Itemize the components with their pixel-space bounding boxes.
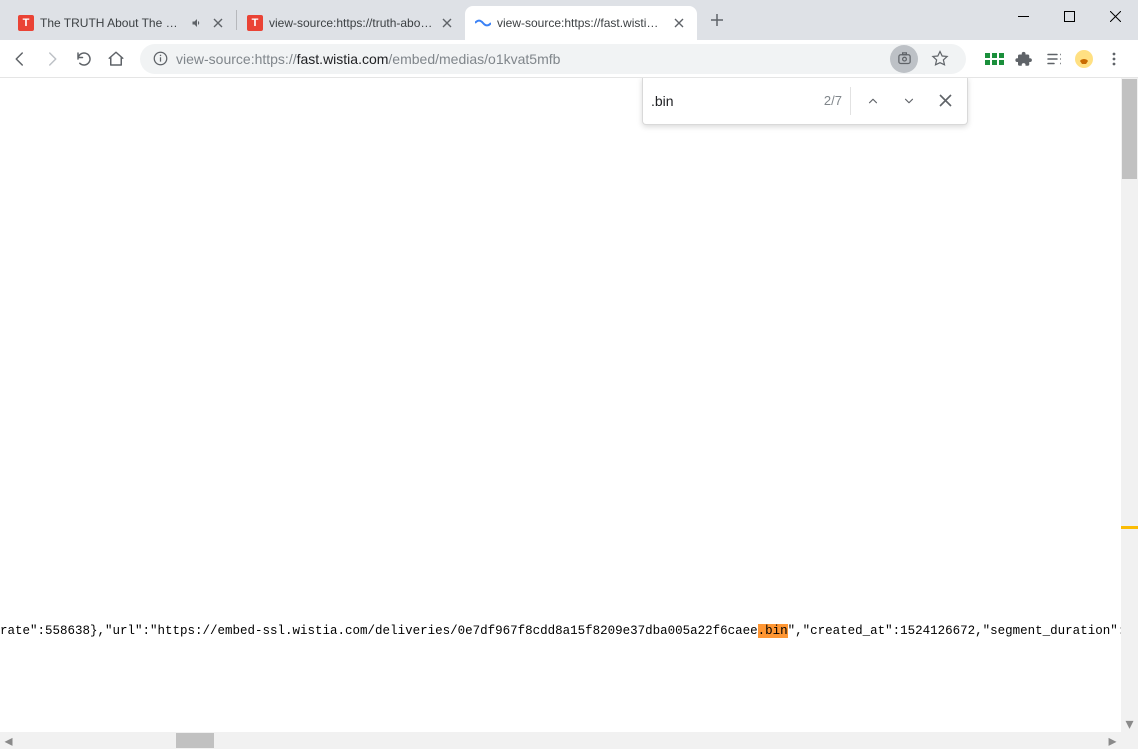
extensions-area [976, 47, 1132, 71]
favicon-wistia-icon [475, 15, 491, 31]
find-input-wrap: 2/7 [651, 93, 842, 109]
page-content: 2/7 rate":558638},"url":"https://embed-s… [0, 78, 1138, 749]
extension-dino-icon[interactable] [1072, 47, 1096, 71]
find-in-page-bar: 2/7 [642, 78, 968, 125]
url-text: view-source:https://fast.wistia.com/embe… [176, 51, 882, 67]
source-code-line[interactable]: rate":558638},"url":"https://embed-ssl.w… [0, 624, 1138, 638]
scroll-down-arrow-icon[interactable]: ▾ [1121, 715, 1138, 732]
omnibox[interactable]: view-source:https://fast.wistia.com/embe… [140, 44, 966, 74]
lens-icon[interactable] [890, 45, 918, 73]
scrollbar-corner [1121, 732, 1138, 749]
maximize-button[interactable] [1046, 0, 1092, 32]
home-button[interactable] [102, 45, 130, 73]
bookmark-star-icon[interactable] [926, 45, 954, 73]
find-match-count: 2/7 [824, 93, 842, 108]
find-next-button[interactable] [895, 87, 923, 115]
find-prev-button[interactable] [859, 87, 887, 115]
window-controls [1000, 0, 1138, 32]
separator [850, 87, 851, 115]
back-button[interactable] [6, 45, 34, 73]
tab-1[interactable]: T The TRUTH About The Ketog [8, 6, 236, 40]
tab-title: view-source:https://truth-about- [269, 16, 433, 30]
site-info-icon[interactable] [152, 51, 168, 67]
forward-button[interactable] [38, 45, 66, 73]
titlebar: T The TRUTH About The Ketog T view-sourc… [0, 0, 1138, 40]
tab-3-active[interactable]: view-source:https://fast.wistia.co [465, 6, 697, 40]
close-window-button[interactable] [1092, 0, 1138, 32]
tab-title: The TRUTH About The Ketog [40, 16, 184, 30]
scroll-right-arrow-icon[interactable]: ▸ [1104, 732, 1121, 749]
horizontal-scrollbar[interactable]: ◂ ▸ [0, 732, 1121, 749]
minimize-button[interactable] [1000, 0, 1046, 32]
browser-window: T The TRUTH About The Ketog T view-sourc… [0, 0, 1138, 749]
findbar-scroll-marker [1121, 526, 1138, 529]
source-before: rate":558638},"url":"https://embed-ssl.w… [0, 624, 758, 638]
chrome-menu-icon[interactable] [1102, 47, 1126, 71]
close-icon[interactable] [210, 15, 226, 31]
url-path: /embed/medias/o1kvat5mfb [388, 51, 560, 67]
vertical-scrollbar[interactable]: ▴ ▾ [1121, 78, 1138, 732]
close-icon[interactable] [671, 15, 687, 31]
toolbar: view-source:https://fast.wistia.com/embe… [0, 40, 1138, 78]
tab-strip: T The TRUTH About The Ketog T view-sourc… [0, 0, 731, 40]
url-host: fast.wistia.com [297, 51, 389, 67]
scroll-left-arrow-icon[interactable]: ◂ [0, 732, 17, 749]
new-tab-button[interactable] [703, 6, 731, 34]
vertical-scroll-thumb[interactable] [1122, 79, 1137, 179]
tab-title: view-source:https://fast.wistia.co [497, 16, 665, 30]
source-after: ","created_at":1524126672,"segment_durat… [788, 624, 1138, 638]
close-icon[interactable] [439, 15, 455, 31]
find-match-highlight: .bin [758, 624, 788, 638]
extensions-puzzle-icon[interactable] [1012, 47, 1036, 71]
find-close-button[interactable] [931, 87, 959, 115]
audio-icon[interactable] [190, 16, 204, 30]
favicon-t-icon: T [247, 15, 263, 31]
reading-list-icon[interactable] [1042, 47, 1066, 71]
tab-2[interactable]: T view-source:https://truth-about- [237, 6, 465, 40]
url-prefix: view-source:https:// [176, 51, 297, 67]
extension-grid-icon[interactable] [982, 47, 1006, 71]
reload-button[interactable] [70, 45, 98, 73]
omnibox-actions [890, 45, 954, 73]
find-input[interactable] [651, 93, 771, 109]
favicon-t-icon: T [18, 15, 34, 31]
horizontal-scroll-thumb[interactable] [176, 733, 214, 748]
